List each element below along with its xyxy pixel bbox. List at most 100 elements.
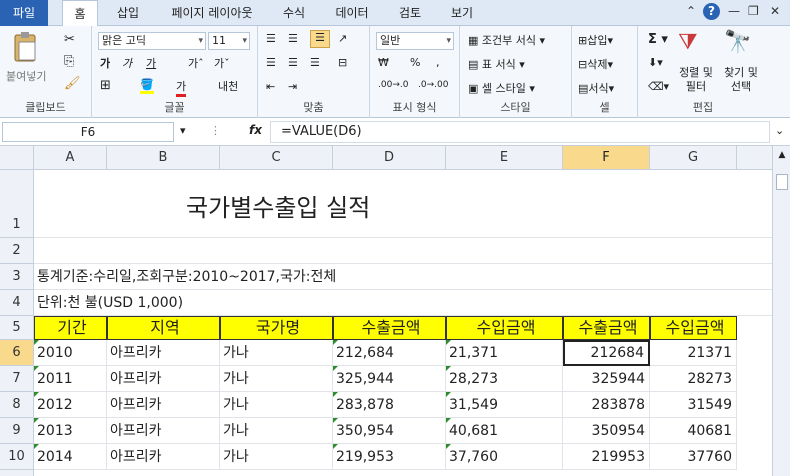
cell-b6[interactable]: 아프리카 xyxy=(107,340,220,366)
find-select-icon[interactable]: 🔭 xyxy=(724,30,751,55)
row-header-6[interactable]: 6 xyxy=(0,340,34,366)
decrease-indent-icon[interactable]: ⇤ xyxy=(266,80,275,93)
cut-icon[interactable]: ✂ xyxy=(64,32,75,47)
cell-g7[interactable]: 28273 xyxy=(650,366,737,392)
currency-icon[interactable]: ₩ xyxy=(378,56,389,69)
formula-bar-expand-icon[interactable]: ⌄ xyxy=(775,124,784,137)
cell-d9[interactable]: 350,954 xyxy=(333,418,446,444)
cell-f9[interactable]: 350954 xyxy=(563,418,650,444)
cell-e9[interactable]: 40,681 xyxy=(446,418,563,444)
column-header-c[interactable]: C xyxy=(220,146,333,170)
scroll-split-icon[interactable]: ▲ xyxy=(776,150,788,162)
cell-c8[interactable]: 가나 xyxy=(220,392,333,418)
tab-formulas[interactable]: 수식 xyxy=(276,0,312,26)
column-header-b[interactable]: B xyxy=(107,146,220,170)
row-header-3[interactable]: 3 xyxy=(0,264,34,290)
font-name-select[interactable]: 맑은 고딕 xyxy=(98,32,206,50)
header-import-value[interactable]: 수입금액 xyxy=(650,316,737,340)
font-color-icon[interactable]: 가 xyxy=(176,78,187,97)
header-country[interactable]: 국가명 xyxy=(220,316,333,340)
cell-c9[interactable]: 가나 xyxy=(220,418,333,444)
restore-icon[interactable]: ❐ xyxy=(748,4,759,18)
tab-insert[interactable]: 삽입 xyxy=(110,0,146,26)
cell-g8[interactable]: 31549 xyxy=(650,392,737,418)
sort-filter-icon[interactable]: ⧩ xyxy=(678,30,698,55)
decrease-decimal-icon[interactable]: .0→.00 xyxy=(418,80,448,90)
vertical-scrollbar[interactable]: ▲ xyxy=(772,146,790,476)
row-header-2[interactable]: 2 xyxy=(0,238,34,264)
find-select-button[interactable]: 찾기 및 선택 xyxy=(718,66,764,94)
column-header-a[interactable]: A xyxy=(34,146,107,170)
cell-g6[interactable]: 21371 xyxy=(650,340,737,366)
cell-b9[interactable]: 아프리카 xyxy=(107,418,220,444)
format-as-table-button[interactable]: ▤ 표 서식 ▾ xyxy=(468,56,525,72)
paste-icon[interactable] xyxy=(10,32,44,64)
cell-f10[interactable]: 219953 xyxy=(563,444,650,470)
header-export[interactable]: 수출금액 xyxy=(333,316,446,340)
row-header-8[interactable]: 8 xyxy=(0,392,34,418)
cell-c6[interactable]: 가나 xyxy=(220,340,333,366)
column-header-g[interactable]: G xyxy=(650,146,737,170)
minimize-icon[interactable]: — xyxy=(728,4,740,18)
bold-icon[interactable]: 가 xyxy=(100,55,110,71)
info-line-1[interactable]: 통계기준:수리일,조회구분:2010~2017,국가:전체 xyxy=(34,264,772,290)
cell-d6[interactable]: 212,684 xyxy=(333,340,446,366)
close-icon[interactable]: ✕ xyxy=(770,4,780,18)
cell-a10[interactable]: 2014 xyxy=(34,444,107,470)
cell-f8[interactable]: 283878 xyxy=(563,392,650,418)
header-import[interactable]: 수입금액 xyxy=(446,316,563,340)
tab-home[interactable]: 홈 xyxy=(62,0,98,27)
cell-e6[interactable]: 21,371 xyxy=(446,340,563,366)
collapse-ribbon-icon[interactable]: ⌃ xyxy=(686,4,696,18)
conditional-format-button[interactable]: ▦ 조건부 서식 ▾ xyxy=(468,32,545,48)
help-icon[interactable]: ? xyxy=(703,3,720,20)
percent-icon[interactable]: % xyxy=(410,56,420,69)
tab-view[interactable]: 보기 xyxy=(444,0,480,26)
cell-a7[interactable]: 2011 xyxy=(34,366,107,392)
comma-icon[interactable]: , xyxy=(436,56,440,69)
fill-color-icon[interactable]: 🪣 xyxy=(140,78,154,94)
copy-icon[interactable]: ⎘ xyxy=(64,54,74,69)
italic-icon[interactable]: 가 xyxy=(122,55,132,71)
orientation-icon[interactable]: ↗ xyxy=(338,32,347,45)
cell-a6[interactable]: 2010 xyxy=(34,340,107,366)
align-bottom-icon[interactable]: ☰ xyxy=(310,30,330,48)
cell-b8[interactable]: 아프리카 xyxy=(107,392,220,418)
info-line-2[interactable]: 단위:천 불(USD 1,000) xyxy=(34,290,772,316)
scroll-thumb[interactable] xyxy=(776,174,788,190)
merge-center-icon[interactable]: ⊟ xyxy=(338,56,347,69)
shrink-font-icon[interactable]: 가ˇ xyxy=(214,55,230,71)
tab-data[interactable]: 데이터 xyxy=(328,0,376,26)
column-header-h[interactable] xyxy=(737,146,772,170)
column-header-d[interactable]: D xyxy=(333,146,446,170)
autosum-icon[interactable]: Σ ▾ xyxy=(648,32,668,47)
header-export-value[interactable]: 수출금액 xyxy=(563,316,650,340)
increase-decimal-icon[interactable]: .00→.0 xyxy=(378,80,408,90)
cell-d8[interactable]: 283,878 xyxy=(333,392,446,418)
cell-styles-button[interactable]: ▣ 셀 스타일 ▾ xyxy=(468,80,535,96)
tab-file[interactable]: 파일 xyxy=(0,0,48,26)
align-right-icon[interactable]: ☰ xyxy=(310,56,320,69)
name-box-dropdown-icon[interactable]: ▾ xyxy=(180,124,186,137)
cell-a9[interactable]: 2013 xyxy=(34,418,107,444)
align-left-icon[interactable]: ☰ xyxy=(266,56,276,69)
cell-f7[interactable]: 325944 xyxy=(563,366,650,392)
phonetic-icon[interactable]: 내천 xyxy=(218,78,238,94)
underline-icon[interactable]: 가 xyxy=(146,55,156,71)
cell-e7[interactable]: 28,273 xyxy=(446,366,563,392)
header-region[interactable]: 지역 xyxy=(107,316,220,340)
select-all-corner[interactable] xyxy=(0,146,34,170)
name-box[interactable]: F6 xyxy=(2,122,174,142)
cell-d7[interactable]: 325,944 xyxy=(333,366,446,392)
row-header-5[interactable]: 5 xyxy=(0,316,34,340)
paste-button[interactable]: 붙여넣기 xyxy=(6,68,46,84)
format-cells-button[interactable]: ▤서식▾ xyxy=(578,80,614,96)
tab-review[interactable]: 검토 xyxy=(390,0,430,26)
cell-g10[interactable]: 37760 xyxy=(650,444,737,470)
grow-font-icon[interactable]: 가ˆ xyxy=(188,55,204,71)
sort-filter-button[interactable]: 정렬 및 필터 xyxy=(674,66,718,94)
format-painter-icon[interactable]: 🖌 xyxy=(64,76,81,91)
cell-b10[interactable]: 아프리카 xyxy=(107,444,220,470)
insert-function-icon[interactable]: fx xyxy=(249,123,262,137)
column-header-e[interactable]: E xyxy=(446,146,563,170)
